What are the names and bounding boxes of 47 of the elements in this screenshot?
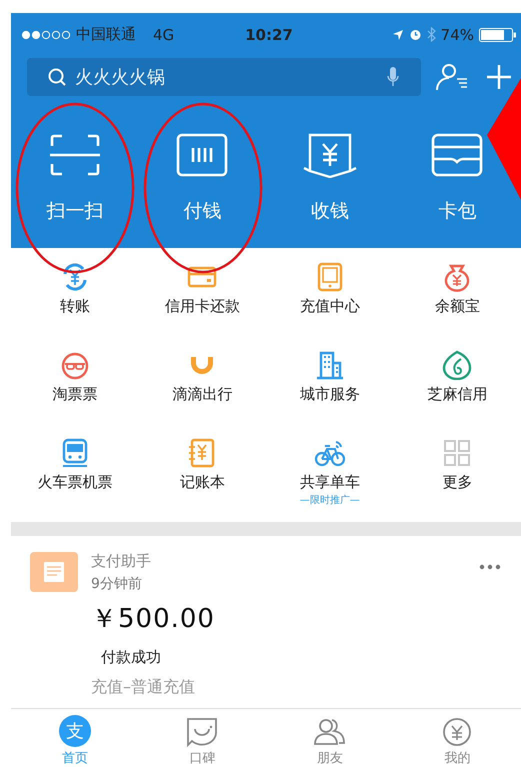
home-icon: 支	[58, 715, 91, 747]
service-item[interactable]: 信用卡还款	[138, 262, 266, 350]
signal-icon	[21, 30, 71, 40]
sender-name: 支付助手	[91, 552, 152, 571]
battery-icon	[479, 28, 517, 42]
tab-item[interactable]: 我的	[394, 709, 521, 767]
search-icon	[47, 67, 67, 87]
payment-amount: ￥500.00	[91, 603, 216, 636]
quick-action[interactable]: 扫一扫	[44, 128, 105, 228]
service-item[interactable]: 芝麻信用	[394, 350, 521, 438]
microphone-icon[interactable]	[387, 66, 399, 88]
tab-item[interactable]: 口碑	[138, 709, 266, 767]
smile-bubble-icon	[185, 717, 220, 747]
payment-detail: 充值–普通充值	[91, 677, 196, 698]
service-item[interactable]: 淘票票	[11, 350, 138, 438]
people-icon	[312, 717, 347, 747]
service-item[interactable]: 余额宝	[394, 262, 521, 350]
service-item[interactable]: 转账	[11, 262, 138, 350]
service-item[interactable]: 滴滴出行	[138, 350, 266, 438]
service-item[interactable]: 共享单车 —限时推广—	[266, 438, 394, 526]
quick-action[interactable]: 卡包	[427, 128, 488, 228]
scan-icon	[48, 132, 102, 178]
battery-percent: 74%	[440, 26, 474, 44]
search-field[interactable]: 火火火火锅	[27, 58, 421, 96]
add-icon[interactable]	[485, 63, 513, 91]
quick-action[interactable]: 收钱	[300, 128, 360, 228]
service-item[interactable]: 火车票机票	[11, 438, 138, 526]
alarm-icon	[408, 28, 422, 41]
quick-action[interactable]: 付钱	[172, 128, 232, 228]
more-icon[interactable]	[479, 564, 501, 570]
payment-status: 付款成功	[100, 647, 162, 668]
status-time: 10:27	[245, 26, 293, 44]
service-item[interactable]: 充值中心	[266, 262, 394, 350]
service-item[interactable]: 城市服务	[266, 350, 394, 438]
document-icon	[30, 552, 78, 592]
message-time: 9分钟前	[91, 575, 143, 593]
yen-tray-icon	[302, 132, 357, 178]
carrier-name: 中国联通	[76, 25, 136, 44]
card-holder-icon	[430, 132, 484, 178]
promo-note: —限时推广—	[300, 494, 360, 507]
network-type: 4G	[153, 26, 174, 44]
service-item[interactable]: 记账本	[138, 438, 266, 526]
service-item[interactable]: 更多	[394, 438, 521, 526]
barcode-icon	[175, 132, 230, 178]
bluetooth-icon	[426, 27, 436, 42]
location-icon	[392, 28, 404, 40]
tab-item[interactable]: 朋友	[266, 709, 394, 767]
